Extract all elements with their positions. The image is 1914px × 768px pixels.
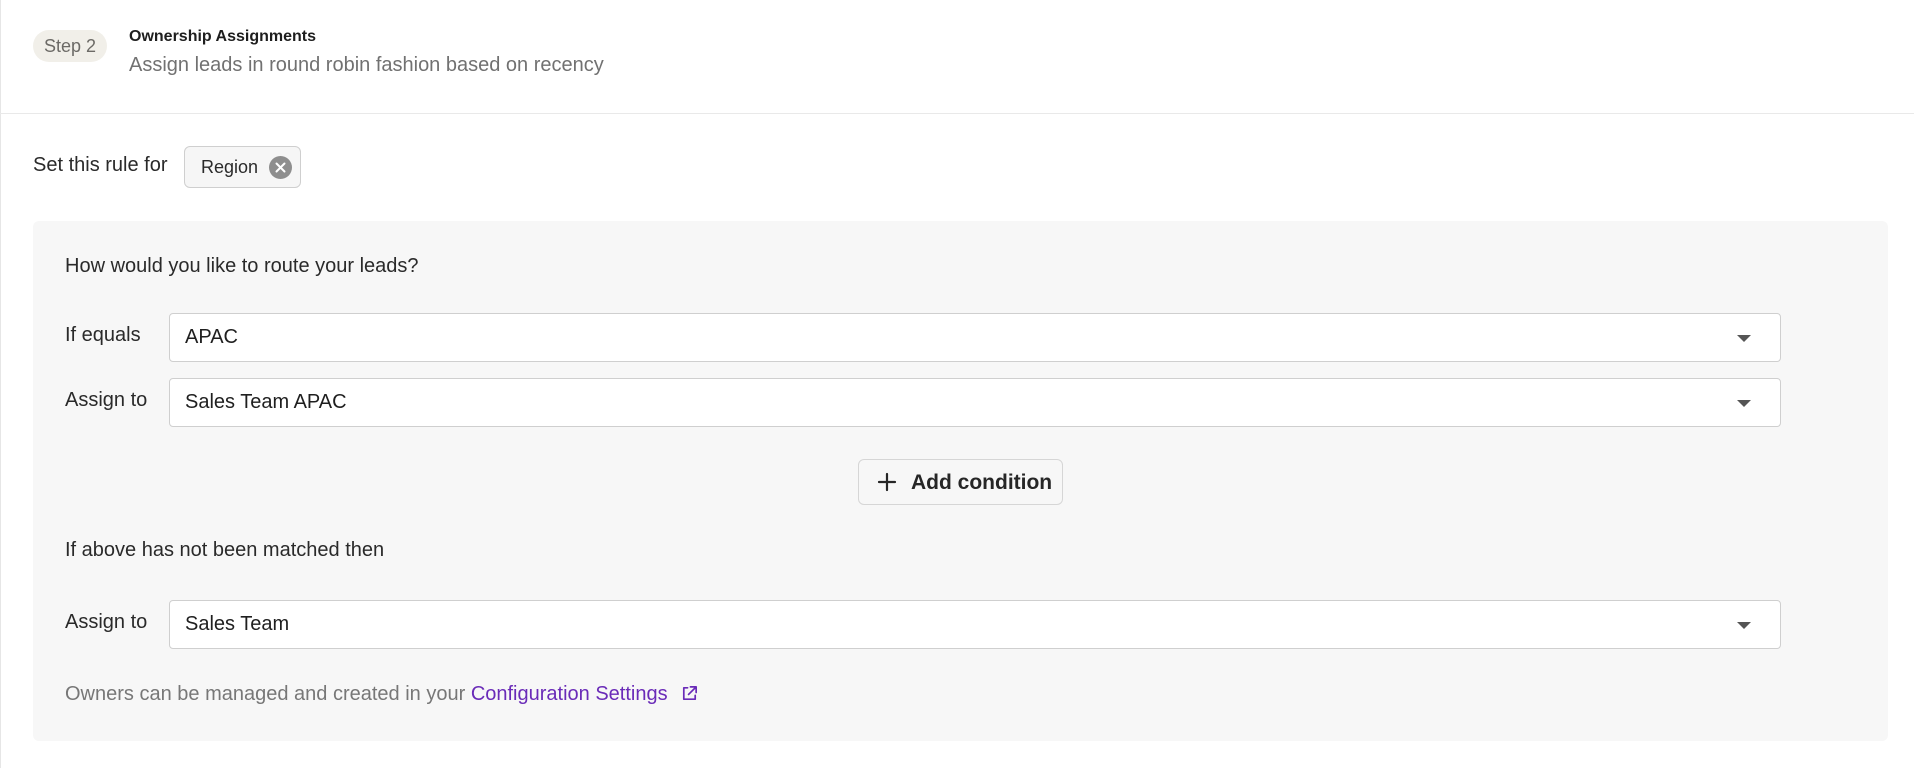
fallback-assign-label: Assign to <box>65 611 148 633</box>
chevron-down-icon <box>1737 622 1751 629</box>
rule-label: Set this rule for <box>33 154 168 176</box>
close-circle-icon[interactable] <box>269 156 292 179</box>
footer-note: Owners can be managed and created in you… <box>65 683 699 706</box>
assign-to-select[interactable]: Sales Team APAC <box>169 378 1781 427</box>
left-border <box>0 0 1 768</box>
step-badge: Step 2 <box>33 30 107 62</box>
chip-label: Region <box>201 157 259 177</box>
step-header: Step 2 Ownership Assignments Assign lead… <box>0 0 1914 114</box>
chevron-down-icon <box>1737 335 1751 342</box>
configuration-settings-link[interactable]: Configuration Settings <box>471 683 668 705</box>
if-equals-value: APAC <box>185 326 238 348</box>
region-chip[interactable]: Region <box>184 146 301 188</box>
add-condition-label: Add condition <box>911 471 1053 494</box>
step-title: Ownership Assignments <box>129 28 316 45</box>
assign-to-label: Assign to <box>65 389 148 411</box>
footer-text: Owners can be managed and created in you… <box>65 683 466 705</box>
routing-panel: How would you like to route your leads? … <box>33 221 1888 741</box>
chevron-down-icon <box>1737 400 1751 407</box>
external-link-icon[interactable] <box>680 684 699 703</box>
assign-to-value: Sales Team APAC <box>185 391 347 413</box>
if-equals-label: If equals <box>65 324 141 346</box>
fallback-assign-select[interactable]: Sales Team <box>169 600 1781 649</box>
add-condition-button[interactable]: Add condition <box>858 459 1063 505</box>
plus-icon <box>877 472 897 492</box>
fallback-text: If above has not been matched then <box>65 539 385 561</box>
if-equals-select[interactable]: APAC <box>169 313 1781 362</box>
fallback-assign-value: Sales Team <box>185 613 290 635</box>
step-subtitle: Assign leads in round robin fashion base… <box>129 54 604 76</box>
routing-question: How would you like to route your leads? <box>65 255 419 277</box>
